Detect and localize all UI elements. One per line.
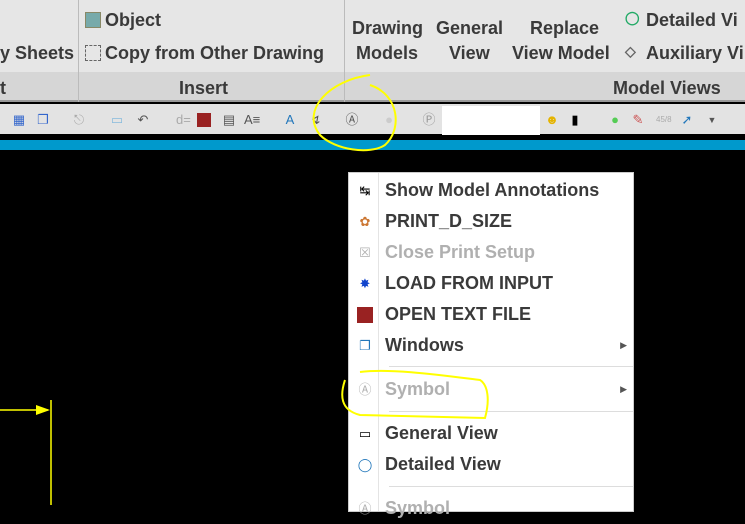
highlight-circle-symbol — [341, 369, 489, 420]
highlight-circle-toolbar — [312, 74, 397, 152]
annotation-overlay — [0, 74, 489, 505]
arrowhead-icon — [36, 405, 50, 415]
